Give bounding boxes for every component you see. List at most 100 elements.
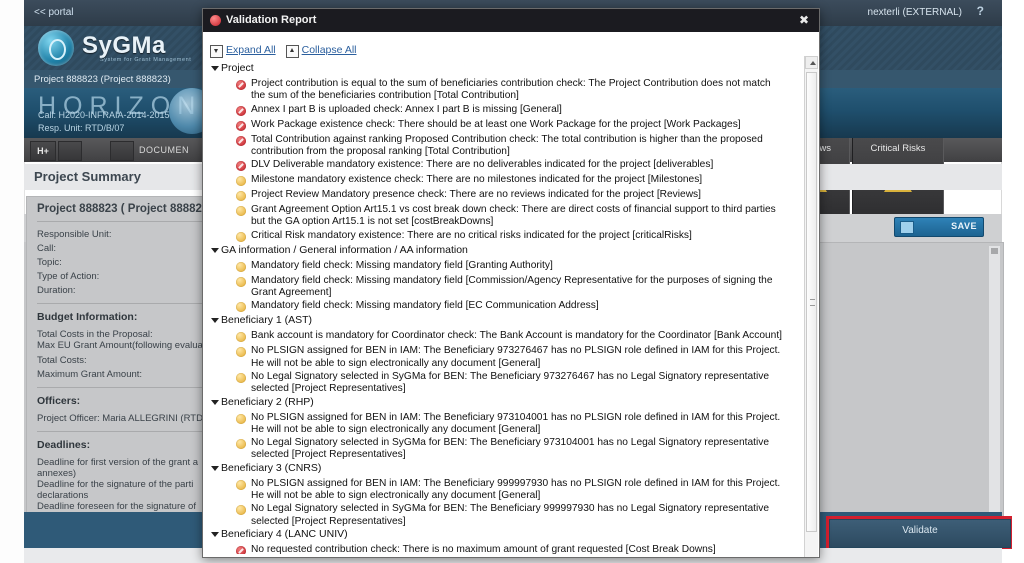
tree-group-header[interactable]: Beneficiary 1 (AST) bbox=[211, 314, 799, 329]
validation-message-text: No Legal Signatory selected in SyGMa for… bbox=[251, 503, 769, 527]
panel-divider bbox=[37, 387, 207, 388]
tree-group-header[interactable]: Beneficiary 4 (LANC UNIV) bbox=[211, 527, 799, 543]
validation-message-row: Mandatory field check: Missing mandatory… bbox=[221, 300, 799, 314]
tree-group-header[interactable]: GA information / General information / A… bbox=[211, 243, 799, 259]
error-icon bbox=[236, 120, 246, 131]
validation-message-row: No PLSIGN assigned for BEN in IAM: The B… bbox=[221, 412, 799, 437]
tree-controls: Expand All Collapse All bbox=[210, 44, 367, 58]
chevron-down-icon[interactable] bbox=[211, 531, 219, 537]
tree-group-header[interactable]: Beneficiary 2 (RHP) bbox=[211, 396, 799, 411]
warning-icon bbox=[236, 191, 246, 202]
browser-left-gutter bbox=[0, 0, 25, 563]
sygma-brand-subtitle: System for Grant Management bbox=[100, 57, 192, 63]
browser-right-gutter bbox=[1001, 0, 1024, 563]
validation-message-row: Bank account is mandatory for Coordinato… bbox=[221, 330, 799, 344]
validate-button-highlight: Validate bbox=[826, 516, 1012, 549]
close-icon[interactable]: ✖ bbox=[797, 13, 811, 27]
validation-message-row: No Legal Signatory selected in SyGMa for… bbox=[221, 437, 799, 462]
validation-message-text: DLV Deliverable mandatory existence: The… bbox=[251, 159, 714, 171]
validation-message-text: No Legal Signatory selected in SyGMa for… bbox=[251, 370, 769, 395]
error-icon bbox=[236, 135, 246, 146]
hero-call-label: Call: H2020-INFRAIA-2014-2015 bbox=[38, 110, 170, 120]
chevron-down-icon[interactable] bbox=[211, 465, 219, 471]
chevron-down-icon[interactable] bbox=[211, 66, 219, 71]
collapse-all-control[interactable]: Collapse All bbox=[285, 44, 357, 58]
warning-icon bbox=[236, 439, 246, 450]
validation-message-row: Critical Risk mandatory existence: There… bbox=[221, 230, 799, 244]
budget-row-total-costs: Total Costs: bbox=[37, 355, 87, 366]
validation-message-row: Mandatory field check: Missing mandatory… bbox=[221, 260, 799, 274]
scrollbar-thumb[interactable] bbox=[806, 72, 817, 532]
officer-row: Project Officer: Maria ALLEGRINI (RTD bbox=[37, 413, 203, 424]
tree-group-label: GA information / General information / A… bbox=[221, 243, 468, 256]
expand-all-label: Expand All bbox=[226, 44, 276, 56]
dialog-title: Validation Report bbox=[226, 14, 317, 26]
validation-message-text: Project contribution is equal to the sum… bbox=[251, 78, 771, 102]
panel-divider bbox=[37, 431, 207, 432]
tree-group-label: Beneficiary 4 (LANC UNIV) bbox=[221, 527, 348, 540]
panel-title: Project 888823 ( Project 888823 bbox=[37, 203, 209, 215]
panel-row-topic: Topic: bbox=[37, 257, 62, 268]
hero-meta-block: Call: H2020-INFRAIA-2014-2015 Resp. Unit… bbox=[38, 109, 245, 135]
validation-message-text: Total Contribution against ranking Propo… bbox=[251, 133, 763, 157]
validation-message-row: No PLSIGN assigned for BEN in IAM: The B… bbox=[221, 345, 799, 370]
panel-row-duration: Duration: bbox=[37, 285, 76, 296]
validation-message-row: Milestone mandatory existence check: The… bbox=[221, 174, 799, 188]
tree-group: Beneficiary 3 (CNRS) No PLSIGN assigned f… bbox=[203, 462, 799, 528]
portal-back-link[interactable]: << portal bbox=[34, 7, 73, 18]
warning-icon bbox=[236, 231, 246, 242]
documents-tab-label[interactable]: DOCUMEN bbox=[139, 145, 189, 155]
dialog-scrollbar[interactable] bbox=[804, 56, 818, 557]
history-button[interactable]: H+ bbox=[30, 141, 56, 161]
scroll-up-arrow-icon[interactable] bbox=[805, 56, 818, 69]
tree-group-header[interactable]: Beneficiary 3 (CNRS) bbox=[211, 461, 799, 477]
budget-row-max-grant-amount: Maximum Grant Amount: bbox=[37, 369, 143, 380]
chevron-down-icon[interactable] bbox=[211, 318, 219, 324]
panel-divider bbox=[37, 303, 207, 304]
tab-critical-risks-label: Critical Risks bbox=[870, 143, 926, 154]
expand-all-control[interactable]: Expand All bbox=[210, 44, 276, 58]
copy-button[interactable] bbox=[110, 141, 134, 161]
user-name-label: nexterli (EXTERNAL) bbox=[867, 7, 962, 18]
validation-message-row: Annex I part B is uploaded check: Annex … bbox=[221, 104, 799, 118]
help-icon[interactable]: ? bbox=[977, 4, 984, 18]
error-icon bbox=[236, 80, 246, 90]
panel-row-responsible-unit: Responsible Unit: bbox=[37, 229, 112, 240]
chevron-down-icon[interactable] bbox=[211, 399, 219, 405]
validation-message-text: No PLSIGN assigned for BEN in IAM: The B… bbox=[251, 411, 781, 435]
validation-message-row: Mandatory field check: Missing mandatory… bbox=[221, 275, 799, 300]
validation-message-row: Total Contribution against ranking Propo… bbox=[221, 134, 799, 159]
error-circle-icon bbox=[210, 15, 221, 26]
dialog-title-bar: Validation Report ✖ bbox=[203, 9, 819, 32]
error-icon bbox=[236, 105, 246, 116]
validation-tree: Project Project contribution is equal to … bbox=[203, 62, 799, 554]
sygma-logo-icon bbox=[38, 30, 74, 66]
chevron-down-icon[interactable] bbox=[211, 247, 219, 253]
tree-group: Project Project contribution is equal to … bbox=[203, 62, 799, 244]
warning-icon bbox=[236, 505, 246, 516]
validation-message-text: No requested contribution check: There i… bbox=[251, 543, 716, 554]
validate-button[interactable]: Validate bbox=[829, 519, 1011, 548]
content-scrollbar[interactable] bbox=[988, 245, 1001, 525]
tree-group-header[interactable]: Project bbox=[211, 62, 799, 77]
deadline-row-2: Deadline for the signature of the parti bbox=[37, 479, 194, 490]
validation-message-text: Mandatory field check: Missing mandatory… bbox=[251, 300, 599, 312]
validation-message-row: Work Package existence check: There shou… bbox=[221, 119, 799, 133]
validation-message-row: No PLSIGN assigned for BEN in IAM: The B… bbox=[221, 478, 799, 503]
validation-message-row: No Legal Signatory selected in SyGMa for… bbox=[221, 503, 799, 528]
dialog-body: Expand All Collapse All Project Project c… bbox=[203, 32, 819, 557]
error-icon bbox=[236, 545, 246, 554]
tree-group: Beneficiary 1 (AST) Bank account is manda… bbox=[203, 314, 799, 395]
tree-group-label: Beneficiary 3 (CNRS) bbox=[221, 461, 322, 474]
document-button[interactable] bbox=[58, 141, 82, 161]
warning-icon bbox=[236, 302, 246, 313]
validation-report-dialog: Validation Report ✖ Expand All Collapse … bbox=[202, 8, 820, 558]
save-button[interactable]: SAVE bbox=[894, 217, 984, 237]
sygma-brand-name: SyGMa bbox=[82, 32, 166, 59]
budget-heading: Budget Information: bbox=[37, 311, 138, 323]
warning-icon bbox=[236, 261, 246, 272]
hero-respunit-label: Resp. Unit: RTD/B/07 bbox=[38, 123, 125, 133]
warning-icon bbox=[236, 413, 246, 424]
officers-heading: Officers: bbox=[37, 395, 81, 407]
validation-message-text: No Legal Signatory selected in SyGMa for… bbox=[251, 437, 769, 461]
